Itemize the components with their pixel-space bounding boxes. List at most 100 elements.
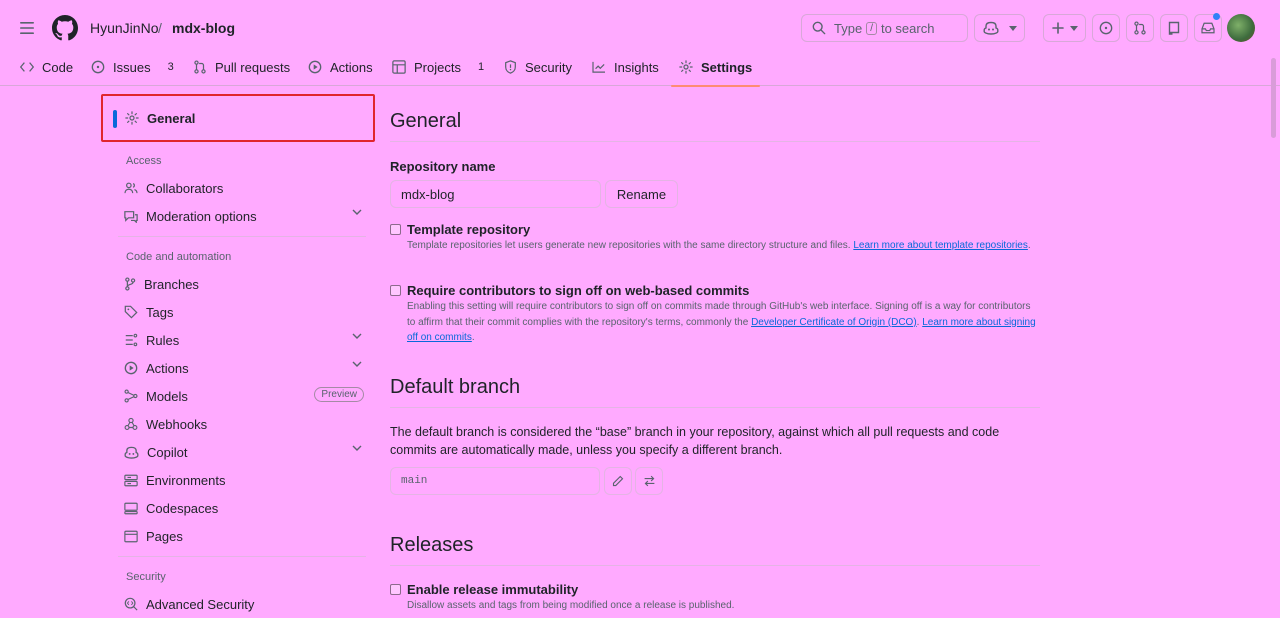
tab-issues[interactable]: Issues 3 <box>91 48 179 86</box>
release-immutability-checkbox[interactable] <box>390 584 401 595</box>
switch-branch-button[interactable] <box>635 467 663 495</box>
copilot-button[interactable] <box>974 14 1025 42</box>
inbox-icon <box>1201 22 1215 34</box>
template-repository-checkbox[interactable] <box>390 224 401 235</box>
chevron-down-icon <box>352 209 362 215</box>
github-logo-icon[interactable] <box>52 15 78 41</box>
sidebar-item-label: Environments <box>146 472 226 488</box>
default-branch-title: Default branch <box>390 376 1040 408</box>
release-immutability-description: Disallow assets and tags from being modi… <box>407 600 735 611</box>
sidebar-item-webhooks[interactable]: Webhooks <box>124 412 364 436</box>
template-repository-description: Template repositories let users generate… <box>407 238 1037 254</box>
tab-actions[interactable]: Actions <box>308 48 373 86</box>
your-issues-button[interactable] <box>1092 14 1120 42</box>
sidebar-item-branches[interactable]: Branches <box>124 272 364 296</box>
template-learn-more-link[interactable]: Learn more about template repositories <box>853 240 1028 251</box>
signoff-desc-suffix: . <box>471 332 475 343</box>
code-icon <box>20 61 34 73</box>
search-placeholder-prefix: Type <box>834 20 863 36</box>
gear-icon <box>679 60 693 74</box>
notification-dot <box>1213 13 1220 20</box>
sidebar-item-label: Actions <box>146 360 189 376</box>
tab-label: Insights <box>614 59 659 75</box>
sidebar-item-copilot[interactable]: Copilot <box>124 440 364 464</box>
tab-settings[interactable]: Settings <box>670 48 761 87</box>
rename-button[interactable]: Rename <box>605 180 678 208</box>
dco-link[interactable]: Developer Certificate of Origin (DCO) <box>751 317 917 328</box>
sidebar-item-label: Models <box>146 388 188 404</box>
play-icon <box>124 361 138 375</box>
sidebar-item-general-row: General <box>125 106 365 130</box>
page-title: General <box>390 110 1040 142</box>
issue-icon <box>1099 21 1113 35</box>
default-branch-input[interactable] <box>390 467 600 495</box>
create-new-button[interactable] <box>1043 14 1086 42</box>
server-icon <box>124 474 138 487</box>
tab-label: Settings <box>701 59 753 75</box>
repo-name-input[interactable] <box>390 180 601 208</box>
template-desc-suffix: . <box>1027 240 1031 251</box>
your-pull-requests-button[interactable] <box>1126 14 1154 42</box>
page-scrollbar[interactable] <box>1271 58 1276 138</box>
repo-name-label: Repository name <box>390 159 496 174</box>
sidebar-item-tags[interactable]: Tags <box>124 300 364 324</box>
sidebar-item-label: Collaborators <box>146 180 224 196</box>
play-icon <box>308 60 322 74</box>
edit-branch-button[interactable] <box>604 467 632 495</box>
hamburger-menu-button[interactable] <box>13 14 41 42</box>
sidebar-item-label: Copilot <box>147 444 188 460</box>
pull-request-icon <box>193 60 207 74</box>
avatar[interactable] <box>1227 14 1255 42</box>
repo-owner-link[interactable]: HyunJinNo <box>90 20 158 36</box>
comment-icon <box>124 210 138 223</box>
sidebar-item-moderation[interactable]: Moderation options <box>124 204 364 228</box>
sidebar-item-label: Moderation options <box>146 208 257 224</box>
chevron-down-icon <box>352 333 362 339</box>
sidebar-item-pages[interactable]: Pages <box>124 524 364 548</box>
sidebar-item-environments[interactable]: Environments <box>124 468 364 492</box>
repo-name-link[interactable]: mdx-blog <box>172 20 235 36</box>
breadcrumb-separator: / <box>158 20 162 36</box>
tab-code[interactable]: Code <box>20 48 73 86</box>
chevron-down-icon <box>352 445 362 451</box>
repositories-button[interactable] <box>1160 14 1188 42</box>
sidebar-item-label: General <box>147 110 196 126</box>
sidebar-item-advanced-security[interactable]: Advanced Security <box>124 592 364 616</box>
people-icon <box>124 182 138 194</box>
copilot-icon <box>124 446 139 459</box>
sidebar-item-actions[interactable]: Actions <box>124 356 364 380</box>
default-branch-description: The default branch is considered the “ba… <box>390 425 1000 457</box>
tab-pull-requests[interactable]: Pull requests <box>193 48 290 86</box>
git-branch-icon <box>124 277 136 291</box>
rules-icon <box>124 333 138 347</box>
settings-sidebar: General Access Collaborators Moderation … <box>100 86 376 618</box>
shield-icon <box>504 60 517 74</box>
repo-icon <box>1168 21 1180 35</box>
tab-insights[interactable]: Insights <box>592 48 659 86</box>
sidebar-item-models[interactable]: Models Preview <box>124 384 364 408</box>
codescan-icon <box>124 597 138 611</box>
chevron-down-icon <box>352 361 362 367</box>
tab-label: Projects <box>414 59 461 75</box>
tab-security[interactable]: Security <box>504 48 572 86</box>
hamburger-icon <box>20 22 34 34</box>
signoff-title: Require contributors to sign off on web-… <box>407 283 750 298</box>
tab-label: Code <box>42 59 74 75</box>
signoff-desc-mid: . <box>916 316 920 328</box>
sidebar-item-collaborators[interactable]: Collaborators <box>124 176 364 200</box>
chevron-down-icon <box>1069 25 1078 31</box>
sidebar-item-codespaces[interactable]: Codespaces <box>124 496 364 520</box>
search-input[interactable]: Type / to search <box>801 14 968 42</box>
tab-label: Actions <box>330 59 373 75</box>
sidebar-item-label: Pages <box>146 528 183 544</box>
sidebar-divider <box>118 236 366 237</box>
models-icon <box>124 389 138 403</box>
tab-projects[interactable]: Projects 1 <box>392 48 489 86</box>
preview-badge: Preview <box>314 387 364 402</box>
tab-count-badge: 1 <box>477 61 485 73</box>
sidebar-item-general[interactable]: General <box>101 94 375 142</box>
selected-indicator <box>113 110 117 128</box>
search-shortcut-key: / <box>866 21 877 35</box>
signoff-checkbox[interactable] <box>390 285 401 296</box>
sidebar-item-rules[interactable]: Rules <box>124 328 364 352</box>
